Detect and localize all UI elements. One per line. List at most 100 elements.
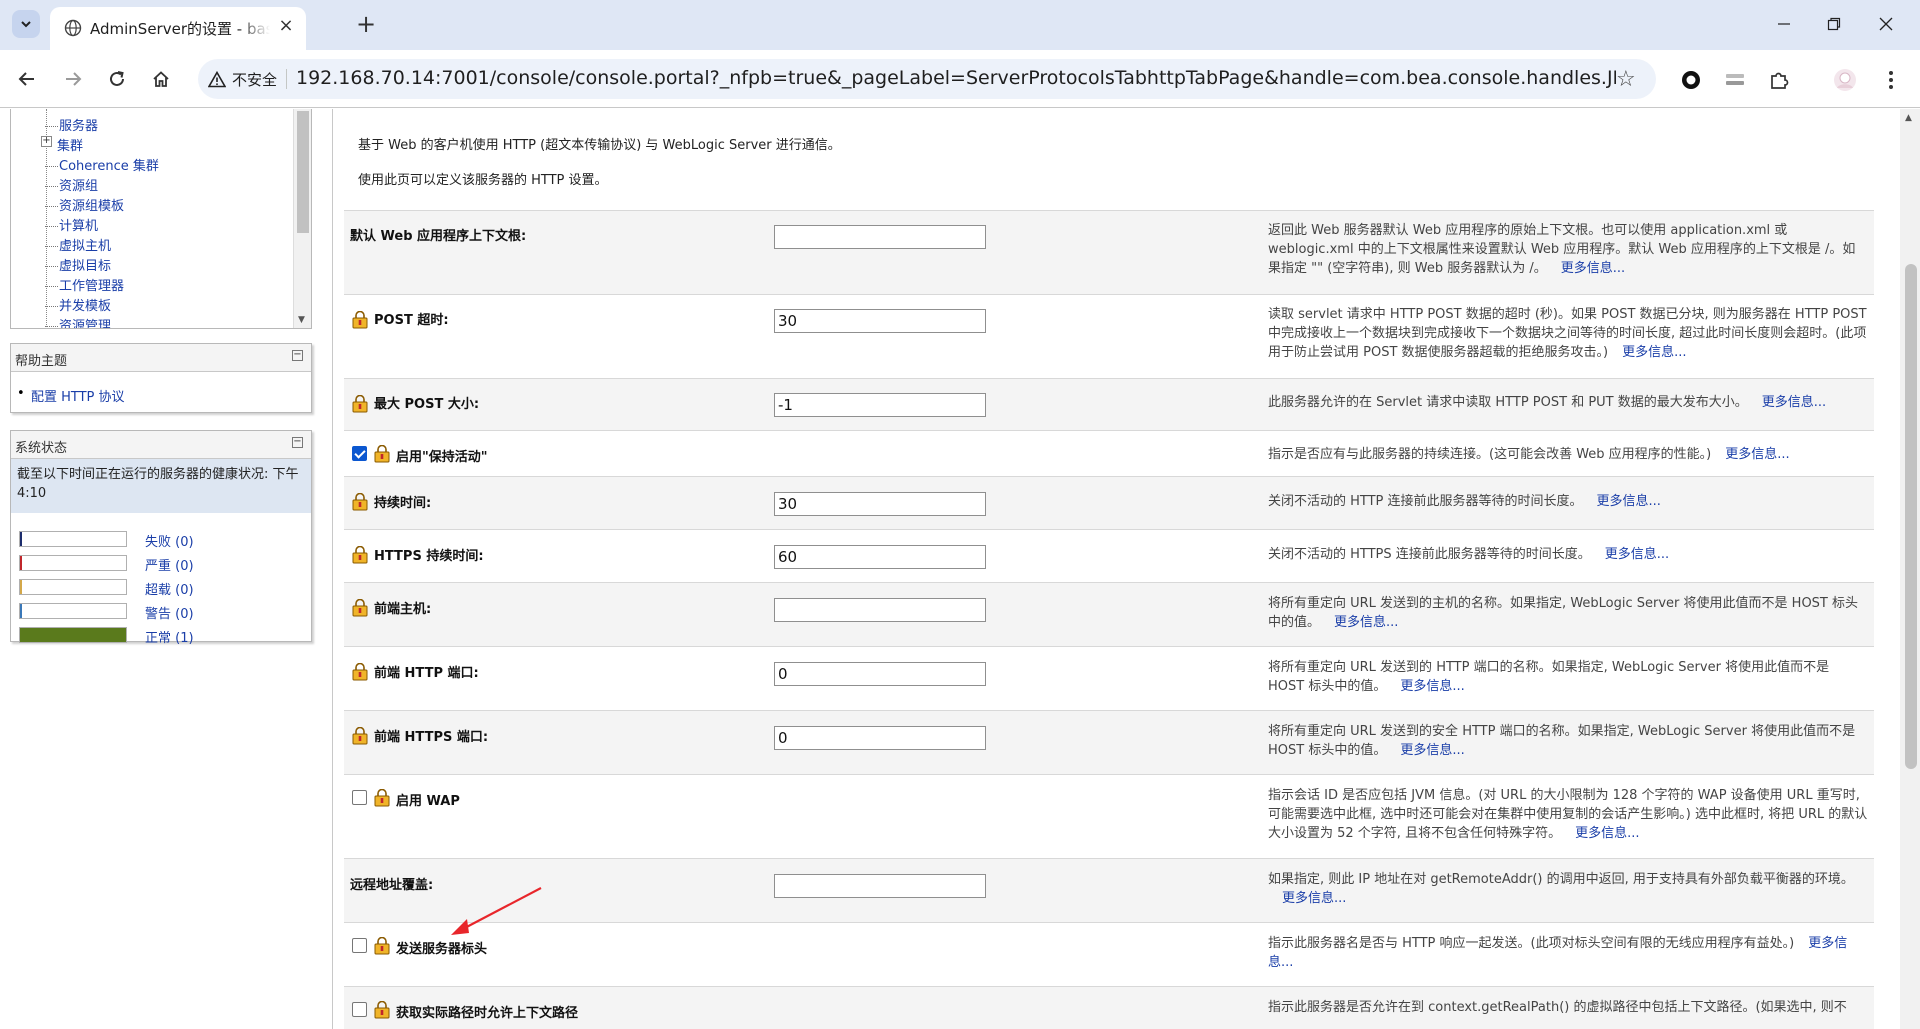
frontend-host-input[interactable] <box>774 598 986 622</box>
arrow-right-icon <box>66 72 82 86</box>
more-info-link[interactable]: 更多信息... <box>1597 494 1661 509</box>
health-row-ok: 正常 (1) <box>19 626 299 646</box>
tree-item-resource-management[interactable]: 资源管理 <box>45 315 111 328</box>
tree-item-virtual-targets[interactable]: 虚拟目标 <box>45 255 111 274</box>
system-status-panel: 系统状态 − 截至以下时间正在运行的服务器的健康状况: 下午4:10 失败 (0… <box>10 430 312 646</box>
extension-button-2[interactable] <box>1722 67 1748 93</box>
health-bar <box>19 627 127 643</box>
help-link-http[interactable]: 配置 HTTP 协议 <box>31 386 125 405</box>
status-panel-header: 系统状态 − <box>11 431 311 459</box>
tree-item-virtual-hosts[interactable]: 虚拟主机 <box>45 235 111 254</box>
frontend-http-port-input[interactable] <box>774 662 986 686</box>
back-button[interactable] <box>14 66 40 92</box>
more-info-link[interactable]: 更多信息... <box>1622 345 1686 360</box>
tree-item-resource-group-templates[interactable]: 资源组模板 <box>45 195 124 214</box>
page-scrollbar[interactable]: ▲ <box>1900 109 1920 1029</box>
row-keep-alive-duration: 持续时间: 关闭不活动的 HTTP 连接前此服务器等待的时间长度。更多信息... <box>344 476 1874 529</box>
minimize-window-button[interactable] <box>1770 12 1798 36</box>
minimize-icon[interactable]: − <box>292 350 303 361</box>
avatar-icon <box>1834 69 1856 91</box>
tree-item-servers[interactable]: 服务器 <box>45 115 98 134</box>
tree-scrollbar-thumb[interactable] <box>297 111 309 233</box>
health-row-failed: 失败 (0) <box>19 530 299 550</box>
post-timeout-input[interactable] <box>774 309 986 333</box>
browser-toolbar: 不安全 192.168.70.14:7001/console/console.p… <box>0 50 1920 108</box>
bookmark-star-icon[interactable]: ☆ <box>1616 67 1636 92</box>
restore-window-button[interactable] <box>1820 12 1848 36</box>
health-link-failed[interactable]: 失败 (0) <box>145 531 194 550</box>
tree-item-concurrent-templates[interactable]: 并发模板 <box>45 295 111 314</box>
wap-enabled-checkbox[interactable] <box>352 790 367 805</box>
tree-item-resource-groups[interactable]: 资源组 <box>45 175 98 194</box>
default-webapp-context-root-input[interactable] <box>774 225 986 249</box>
minimize-icon <box>1778 23 1790 25</box>
more-info-link[interactable]: 更多信息... <box>1605 547 1669 562</box>
field-label: POST 超时: <box>374 313 449 328</box>
status-panel-title: 系统状态 <box>15 441 68 456</box>
health-bar <box>19 603 127 619</box>
field-description: 关闭不活动的 HTTPS 连接前此服务器等待的时间长度。 更多信息... <box>1268 547 1670 562</box>
lock-warning-icon <box>352 599 368 617</box>
browser-tab-active[interactable]: AdminServer的设置 - base_domain - WLS 控制台 × <box>50 7 306 50</box>
field-label: HTTPS 持续时间: <box>374 549 484 564</box>
field-label: 启用 WAP <box>396 794 460 809</box>
more-info-link[interactable]: 更多信息... <box>1762 395 1826 410</box>
scroll-up-icon[interactable]: ▲ <box>1905 113 1912 123</box>
send-server-header-checkbox[interactable] <box>352 938 367 953</box>
field-description: 此服务器允许的在 Servlet 请求中读取 HTTP POST 和 PUT 数… <box>1268 395 1827 410</box>
security-status-label[interactable]: 不安全 <box>232 69 277 90</box>
health-link-warning[interactable]: 警告 (0) <box>145 603 194 622</box>
field-label: 获取实际路径时允许上下文路径 <box>396 1006 579 1021</box>
lock-warning-icon <box>352 546 368 564</box>
scroll-down-icon[interactable]: ▼ <box>298 315 305 325</box>
minimize-icon[interactable]: − <box>292 437 303 448</box>
puzzle-icon <box>1771 72 1789 89</box>
tree-expand-icon[interactable]: + <box>41 136 52 147</box>
extension-button-1[interactable] <box>1678 67 1704 93</box>
browser-menu-button[interactable] <box>1878 67 1904 93</box>
field-description: 将所有重定向 URL 发送到的 HTTP 端口的名称。如果指定, WebLogi… <box>1268 660 1830 694</box>
sidebar-divider <box>332 109 333 1029</box>
tree-item-machines[interactable]: 计算机 <box>45 215 98 234</box>
health-link-ok[interactable]: 正常 (1) <box>145 627 194 646</box>
health-link-critical[interactable]: 严重 (0) <box>145 555 194 574</box>
real-path-context-checkbox[interactable] <box>352 1002 367 1017</box>
tab-close-button[interactable]: × <box>276 17 296 37</box>
health-link-overloaded[interactable]: 超载 (0) <box>145 579 194 598</box>
field-description: 指示是否应有与此服务器的持续连接。(这可能会改善 Web 应用程序的性能。) 更多… <box>1268 447 1790 462</box>
profile-avatar[interactable] <box>1832 67 1858 93</box>
tree-item-work-managers[interactable]: 工作管理器 <box>45 275 124 294</box>
tab-search-button[interactable] <box>12 10 40 38</box>
max-post-size-input[interactable] <box>774 393 986 417</box>
close-window-button[interactable] <box>1872 12 1900 36</box>
more-info-link[interactable]: 更多信息... <box>1400 743 1464 758</box>
more-info-link[interactable]: 更多信息... <box>1282 891 1346 906</box>
arrow-left-icon <box>18 72 34 86</box>
row-frontend-http-port: 前端 HTTP 端口: 将所有重定向 URL 发送到的 HTTP 端口的名称。如… <box>344 646 1874 710</box>
health-row-critical: 严重 (0) <box>19 554 299 574</box>
keep-alive-duration-input[interactable] <box>774 492 986 516</box>
more-info-link[interactable]: 更多信息... <box>1400 679 1464 694</box>
https-keep-alive-duration-input[interactable] <box>774 545 986 569</box>
forward-button[interactable] <box>60 66 86 92</box>
keep-alive-checkbox[interactable] <box>352 446 367 461</box>
page-scrollbar-thumb[interactable] <box>1905 264 1917 769</box>
home-button[interactable] <box>148 66 174 92</box>
tree-item-coherence[interactable]: Coherence 集群 <box>45 155 159 174</box>
more-info-link[interactable]: 更多信息... <box>1561 261 1625 276</box>
help-topics-panel: 帮助主题 − • 配置 HTTP 协议 <box>10 343 312 413</box>
frontend-https-port-input[interactable] <box>774 726 986 750</box>
tree-scrollbar[interactable]: ▼ <box>293 109 311 328</box>
extensions-menu-button[interactable] <box>1766 67 1792 93</box>
url-text[interactable]: 192.168.70.14:7001/console/console.porta… <box>296 67 1616 89</box>
reload-button[interactable] <box>104 66 130 92</box>
more-info-link[interactable]: 更多信息... <box>1334 615 1398 630</box>
remote-address-override-input[interactable] <box>774 874 986 898</box>
lock-warning-icon <box>374 789 390 807</box>
row-frontend-host: 前端主机: 将所有重定向 URL 发送到的主机的名称。如果指定, WebLogi… <box>344 582 1874 646</box>
tree-item-clusters[interactable]: 集群 <box>57 135 83 154</box>
address-bar[interactable]: 不安全 192.168.70.14:7001/console/console.p… <box>198 59 1656 99</box>
more-info-link[interactable]: 更多信息... <box>1575 826 1639 841</box>
new-tab-button[interactable]: + <box>352 11 380 39</box>
more-info-link[interactable]: 更多信息... <box>1725 447 1789 462</box>
